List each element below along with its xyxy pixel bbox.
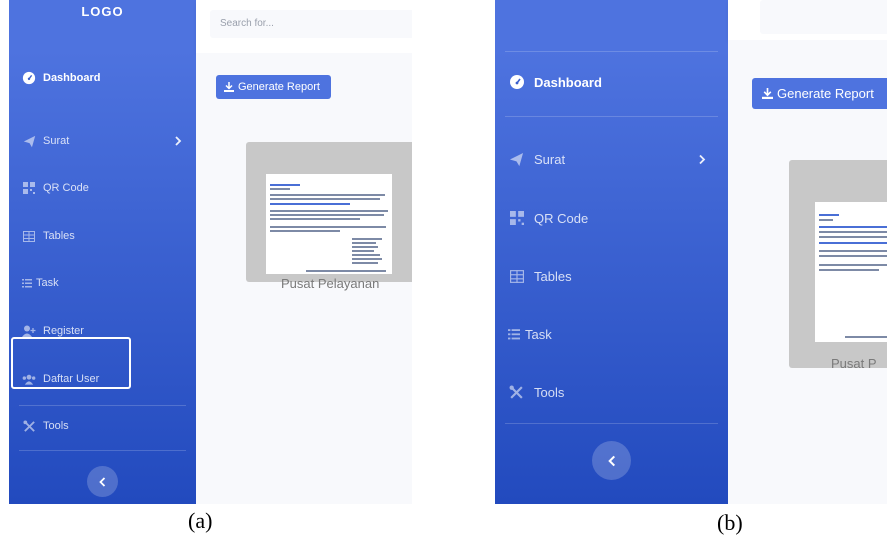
document-thumbnail — [815, 202, 887, 342]
service-card[interactable]: Pusat Pelayanan — [246, 142, 412, 291]
sidebar-item-label: Tables — [534, 268, 572, 284]
sidebar-item-label: Task — [36, 277, 59, 289]
paper-plane-icon — [22, 134, 36, 148]
sidebar-item-label: Tables — [43, 230, 75, 242]
sidebar-item-label: Task — [525, 326, 552, 342]
sidebar-divider — [505, 116, 718, 117]
sidebar-divider — [19, 405, 186, 406]
sidebar-item-label: Dashboard — [534, 74, 602, 90]
card-label: Pusat P — [831, 356, 877, 371]
download-icon — [224, 82, 234, 92]
screenshot-panel-a: LOGO Dashboard Surat QR Code Tables Task… — [9, 0, 412, 504]
sidebar-item-label: Dashboard — [43, 72, 101, 84]
document-thumbnail — [266, 174, 392, 274]
service-card[interactable]: Pusat P — [789, 160, 887, 371]
tachometer-icon — [508, 74, 525, 91]
qrcode-icon — [508, 210, 525, 227]
sidebar-divider — [505, 423, 718, 424]
sidebar-item-label: QR Code — [43, 182, 89, 194]
table-icon — [508, 268, 525, 285]
generate-report-button[interactable]: Generate Report — [752, 78, 887, 109]
topbar — [728, 0, 887, 40]
sidebar-item-label: Surat — [43, 135, 70, 147]
sidebar-item-dashboard[interactable]: Dashboard — [495, 70, 728, 94]
sidebar-item-surat[interactable]: Surat — [9, 131, 196, 151]
sidebar: Dashboard Surat QR Code Tables Task Tool… — [495, 0, 728, 504]
sidebar-item-qr-code[interactable]: QR Code — [9, 178, 196, 198]
download-icon — [762, 88, 773, 99]
sidebar-item-tables[interactable]: Tables — [495, 264, 728, 288]
sidebar: LOGO Dashboard Surat QR Code Tables Task… — [9, 0, 196, 504]
sidebar-divider — [505, 51, 718, 52]
generate-report-label: Generate Report — [238, 81, 320, 93]
sidebar-item-task[interactable]: Task — [495, 322, 728, 346]
sidebar-item-tables[interactable]: Tables — [9, 226, 196, 246]
sidebar-item-tools[interactable]: Tools — [495, 380, 728, 404]
brand-logo[interactable]: LOGO — [9, 4, 196, 19]
paper-plane-icon — [508, 151, 525, 168]
tools-icon — [22, 419, 36, 433]
sidebar-item-label: Surat — [534, 151, 566, 167]
screenshot-panel-b: Dashboard Surat QR Code Tables Task Tool… — [495, 0, 887, 504]
table-icon — [22, 229, 36, 243]
qrcode-icon — [22, 181, 36, 195]
list-icon — [508, 326, 520, 343]
sidebar-item-tools[interactable]: Tools — [9, 416, 196, 436]
search-input[interactable] — [760, 0, 887, 34]
sidebar-item-label: Register — [43, 325, 84, 337]
card-label: Pusat Pelayanan — [281, 276, 380, 291]
chevron-left-icon — [607, 455, 616, 467]
generate-report-label: Generate Report — [777, 86, 874, 101]
chevron-right-icon — [174, 136, 182, 146]
sidebar-item-task[interactable]: Task — [9, 273, 196, 293]
sidebar-divider — [19, 450, 186, 451]
user-plus-icon — [22, 324, 36, 338]
sidebar-item-label: QR Code — [534, 210, 589, 226]
highlight-box — [11, 337, 131, 389]
sidebar-item-surat[interactable]: Surat — [495, 147, 728, 171]
tachometer-icon — [22, 71, 36, 85]
topbar: Search for... — [196, 0, 412, 53]
tools-icon — [508, 384, 525, 401]
search-input[interactable]: Search for... — [210, 10, 412, 38]
sidebar-toggle-button[interactable] — [592, 441, 631, 480]
list-icon — [22, 276, 32, 290]
sidebar-item-label: Tools — [43, 420, 69, 432]
sidebar-item-label: Tools — [534, 384, 565, 400]
figure-caption-a: (a) — [188, 508, 213, 533]
chevron-left-icon — [99, 476, 106, 487]
sidebar-toggle-button[interactable] — [87, 466, 118, 497]
sidebar-item-dashboard[interactable]: Dashboard — [9, 68, 196, 88]
chevron-right-icon — [698, 154, 706, 165]
sidebar-item-qr-code[interactable]: QR Code — [495, 206, 728, 230]
generate-report-button[interactable]: Generate Report — [216, 75, 331, 99]
figure-caption-b: (b) — [717, 510, 743, 535]
